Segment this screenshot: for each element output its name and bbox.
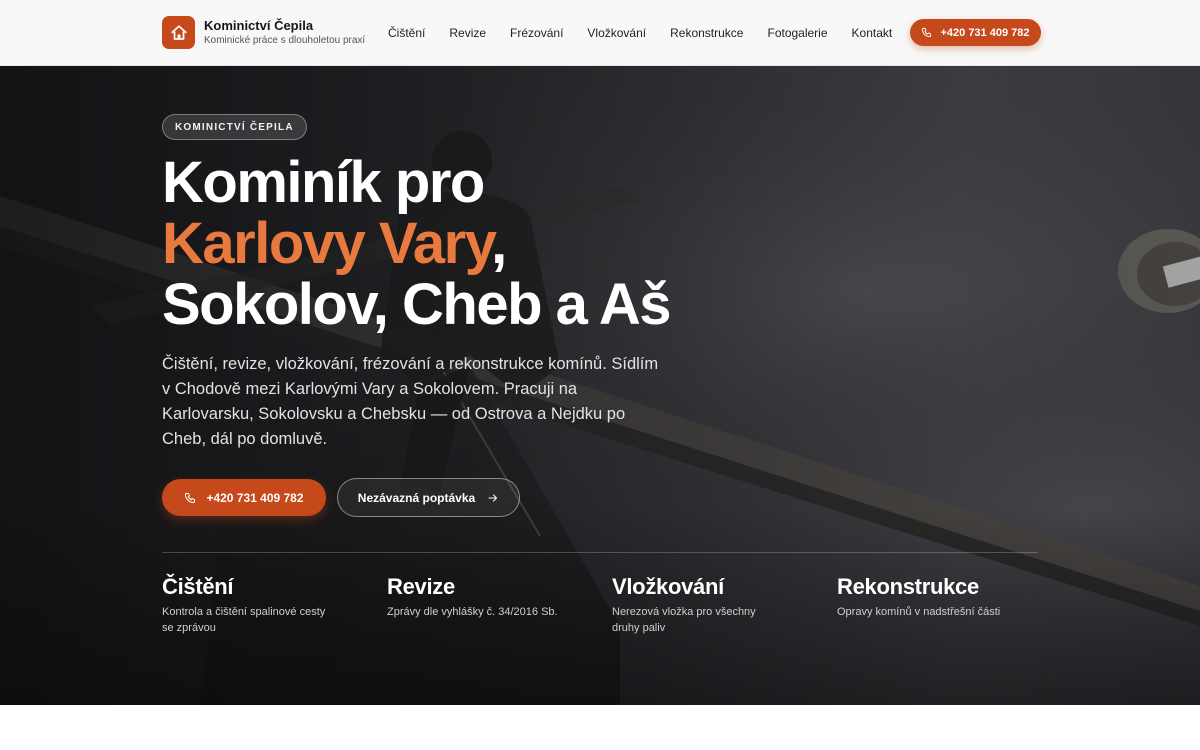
service-item-vlozkovani[interactable]: Vložkování Nerezová vložka pro všechny d…	[612, 572, 812, 636]
hero-title-line1: Kominík pro	[162, 150, 485, 215]
header-phone-label: +420 731 409 782	[940, 26, 1030, 39]
hero-phone-label: +420 731 409 782	[206, 490, 304, 505]
home-icon	[162, 16, 195, 49]
header-phone-button[interactable]: +420 731 409 782	[910, 19, 1041, 46]
service-title: Čištění	[162, 574, 234, 599]
nav-item-kontakt[interactable]: Kontakt	[852, 26, 893, 40]
brand-text: Kominictví Čepila Kominické práce s dlou…	[204, 18, 365, 48]
service-desc: Kontrola a čištění spalinové cesty se zp…	[162, 606, 326, 634]
service-item-revize[interactable]: Revize Zprávy dle vyhlášky č. 34/2016 Sb…	[387, 572, 587, 620]
nav-item-cisteni[interactable]: Čištění	[388, 26, 425, 40]
phone-icon	[185, 492, 196, 503]
brand[interactable]: Kominictví Čepila Kominické práce s dlou…	[162, 16, 365, 49]
main-nav: Čištění Revize Frézování Vložkování Reko…	[388, 0, 892, 66]
brand-name: Kominictví Čepila	[204, 17, 314, 33]
service-title: Revize	[387, 574, 455, 599]
nav-item-frezovani[interactable]: Frézování	[510, 26, 563, 40]
service-title: Vložkování	[612, 574, 724, 599]
hero-title-line3: Sokolov, Cheb a Aš	[162, 272, 672, 337]
arrow-right-icon	[488, 493, 498, 502]
nav-item-vlozkovani[interactable]: Vložkování	[587, 26, 646, 40]
hero-divider	[162, 552, 1038, 553]
service-item-cisteni[interactable]: Čištění Kontrola a čištění spalinové ces…	[162, 572, 362, 636]
hero-section: KOMINICTVÍ ČEPILA Kominík pro Karlovy Va…	[0, 66, 1200, 705]
nav-item-fotogalerie[interactable]: Fotogalerie	[767, 26, 827, 40]
hero-title: Kominík pro Karlovy Vary, Sokolov, Cheb …	[162, 152, 782, 335]
nav-item-rekonstrukce[interactable]: Rekonstrukce	[670, 26, 743, 40]
brand-tagline: Kominické práce s dlouholetou praxí	[204, 34, 366, 46]
next-section-start	[0, 705, 1200, 750]
hero-phone-button[interactable]: +420 731 409 782	[162, 479, 326, 516]
service-item-rekonstrukce[interactable]: Rekonstrukce Opravy komínů v nadstřešní …	[837, 572, 1037, 620]
service-title: Rekonstrukce	[837, 574, 979, 599]
hero-lead: Čištění, revize, vložkování, frézování a…	[162, 355, 659, 448]
inquiry-button-label: Nezávazná poptávka	[357, 490, 476, 505]
hero-title-comma: ,	[491, 211, 507, 276]
service-desc: Zprávy dle vyhlášky č. 34/2016 Sb.	[387, 606, 558, 618]
service-desc: Nerezová vložka pro všechny druhy paliv	[612, 606, 756, 634]
nav-item-revize[interactable]: Revize	[449, 26, 486, 40]
inquiry-button[interactable]: Nezávazná poptávka	[337, 478, 520, 517]
hero-eyebrow-badge: KOMINICTVÍ ČEPILA	[162, 114, 307, 140]
hero-title-accent: Karlovy Vary	[162, 211, 493, 276]
site-header: Kominictví Čepila Kominické práce s dlou…	[0, 0, 1200, 66]
service-desc: Opravy komínů v nadstřešní části	[837, 606, 1001, 618]
phone-icon	[922, 27, 932, 38]
